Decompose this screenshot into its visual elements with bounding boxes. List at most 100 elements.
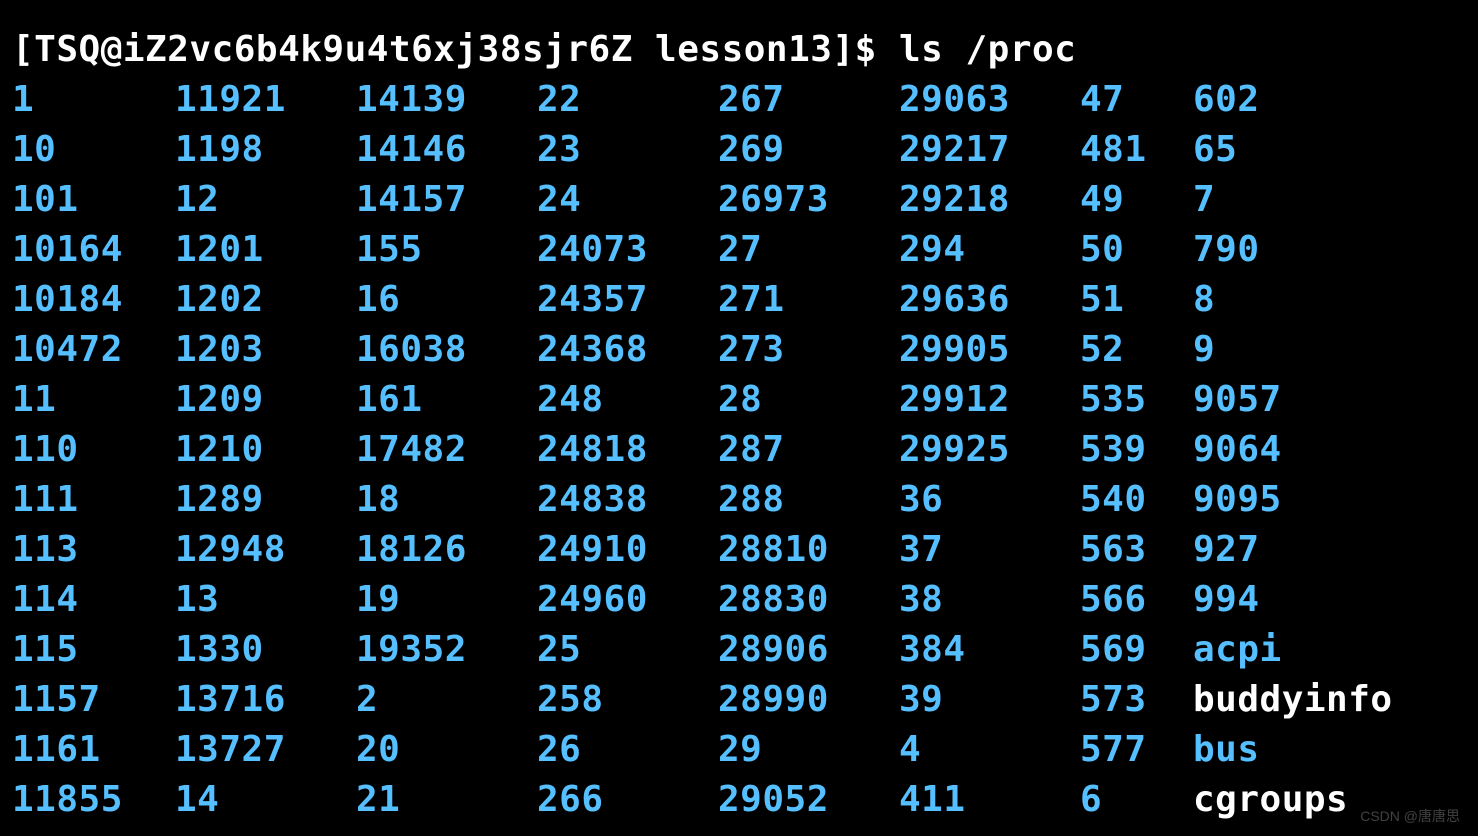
ls-entry: 1202 (175, 275, 356, 325)
ls-entry: 566 (1080, 575, 1193, 625)
ls-entry: 1198 (175, 125, 356, 175)
ls-entry: 29925 (899, 425, 1080, 475)
ls-entry: 11855 (12, 775, 175, 825)
ls-entry: 12 (175, 175, 356, 225)
ls-entry: 51 (1080, 275, 1193, 325)
ls-entry: acpi (1193, 625, 1443, 675)
ls-entry: 29217 (899, 125, 1080, 175)
ls-entry: 540 (1080, 475, 1193, 525)
ls-entry: 12948 (175, 525, 356, 575)
ls-entry: 1209 (175, 375, 356, 425)
ls-entry: 38 (899, 575, 1080, 625)
ls-entry: 927 (1193, 525, 1443, 575)
ls-entry: 13716 (175, 675, 356, 725)
ls-entry: 1330 (175, 625, 356, 675)
ls-entry: 7 (1193, 175, 1443, 225)
ls-entry: 266 (537, 775, 718, 825)
ls-entry: 24910 (537, 525, 718, 575)
ls-entry: 273 (718, 325, 899, 375)
ls-entry: 411 (899, 775, 1080, 825)
ls-entry: 1289 (175, 475, 356, 525)
ls-entry: 52 (1080, 325, 1193, 375)
ls-entry: 29 (718, 725, 899, 775)
ls-entry: 24073 (537, 225, 718, 275)
ls-entry: 539 (1080, 425, 1193, 475)
ls-entry: 4 (899, 725, 1080, 775)
ls-row: 1151330193522528906384569acpi (12, 625, 1466, 675)
ls-entry: 24 (537, 175, 718, 225)
ls-entry: buddyinfo (1193, 675, 1443, 725)
ls-entry: 19352 (356, 625, 537, 675)
ls-entry: 28810 (718, 525, 899, 575)
ls-entry: 28906 (718, 625, 899, 675)
ls-entry: 1157 (12, 675, 175, 725)
prompt-line: [TSQ@iZ2vc6b4k9u4t6xj38sjr6Z lesson13]$ … (12, 25, 1466, 75)
ls-entry: 535 (1080, 375, 1193, 425)
ls-row: 11112891824838288365409095 (12, 475, 1466, 525)
ls-entry: 271 (718, 275, 899, 325)
ls-entry: 65 (1193, 125, 1443, 175)
ls-entry: 14139 (356, 75, 537, 125)
ls-entry: 14146 (356, 125, 537, 175)
ls-entry: 11921 (175, 75, 356, 125)
ls-entry: 8 (1193, 275, 1443, 325)
ls-entry: 790 (1193, 225, 1443, 275)
ls-entry: 26 (537, 725, 718, 775)
ls-entry: 26973 (718, 175, 899, 225)
ls-entry: 577 (1080, 725, 1193, 775)
ls-entry: 18 (356, 475, 537, 525)
ls-entry: 573 (1080, 675, 1193, 725)
ls-entry: 10 (12, 125, 175, 175)
ls-entry: 101 (12, 175, 175, 225)
ls-entry: 24818 (537, 425, 718, 475)
ls-entry: 9057 (1193, 375, 1443, 425)
ls-entry: 14 (175, 775, 356, 825)
ls-entry: 22 (537, 75, 718, 125)
ls-entry: 114 (12, 575, 175, 625)
ls-entry: 29905 (899, 325, 1080, 375)
ls-row: 11192114139222672906347602 (12, 75, 1466, 125)
ls-entry: 24960 (537, 575, 718, 625)
ls-entry: 10184 (12, 275, 175, 325)
ls-row: 104721203160382436827329905529 (12, 325, 1466, 375)
ls-entry: 27 (718, 225, 899, 275)
ls-entry: 36 (899, 475, 1080, 525)
ls-row: 1161137272026294577bus (12, 725, 1466, 775)
ls-entry: 9095 (1193, 475, 1443, 525)
ls-entry: 384 (899, 625, 1080, 675)
ls-entry: 563 (1080, 525, 1193, 575)
ls-entry: 481 (1080, 125, 1193, 175)
ls-entry: 11 (12, 375, 175, 425)
ls-entry: 1201 (175, 225, 356, 275)
ls-entry: 1203 (175, 325, 356, 375)
ls-entry: 28 (718, 375, 899, 425)
ls-entry: 19 (356, 575, 537, 625)
ls-entry: 110 (12, 425, 175, 475)
ls-entry: 2 (356, 675, 537, 725)
ls-row: 1131294818126249102881037563927 (12, 525, 1466, 575)
ls-entry: 14157 (356, 175, 537, 225)
ls-entry: 25 (537, 625, 718, 675)
ls-entry: 24357 (537, 275, 718, 325)
ls-row: 11120916124828299125359057 (12, 375, 1466, 425)
ls-entry: 13 (175, 575, 356, 625)
ls-entry: 50 (1080, 225, 1193, 275)
ls-entry: 294 (899, 225, 1080, 275)
ls-entry: 267 (718, 75, 899, 125)
ls-entry: 161 (356, 375, 537, 425)
ls-row: 101641201155240732729450790 (12, 225, 1466, 275)
ls-entry: 23 (537, 125, 718, 175)
ls-entry: 10164 (12, 225, 175, 275)
ls-entry: 49 (1080, 175, 1193, 225)
ls-row: 1011214157242697329218497 (12, 175, 1466, 225)
ls-entry: 6 (1080, 775, 1193, 825)
ls-entry: 29912 (899, 375, 1080, 425)
ls-entry: 155 (356, 225, 537, 275)
terminal[interactable]: cmdline exe loginuid mountstats oom_s [T… (0, 0, 1478, 825)
ls-row: 101841202162435727129636518 (12, 275, 1466, 325)
ls-entry: 248 (537, 375, 718, 425)
ls-entry: 21 (356, 775, 537, 825)
ls-entry: 113 (12, 525, 175, 575)
ls-entry: 287 (718, 425, 899, 475)
ls-output: 1119211413922267290634760210119814146232… (12, 75, 1466, 825)
